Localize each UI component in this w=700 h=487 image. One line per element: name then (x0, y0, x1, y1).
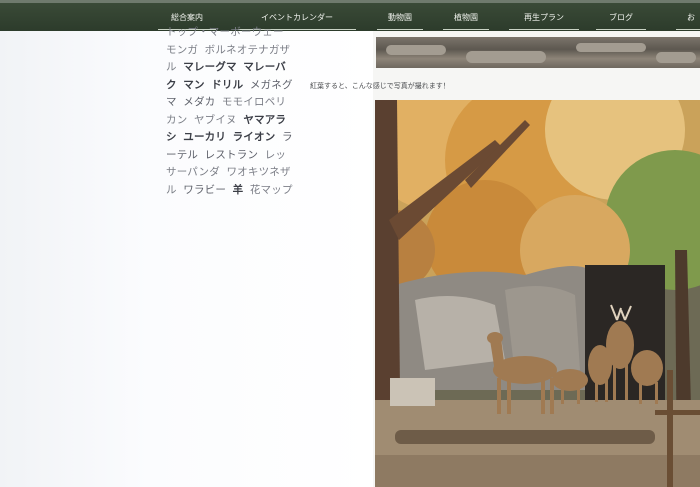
tag-link[interactable]: 羊 (233, 184, 244, 196)
tag-link[interactable]: マレーグマ (183, 61, 237, 73)
tag-link[interactable]: ユーカリ (183, 131, 226, 143)
post-caption: 紅葉すると、こんな感じで写真が撮れます！ (310, 82, 450, 90)
tag-link[interactable]: ワラビー (183, 184, 226, 196)
nav-item-blog[interactable]: ブログ (596, 9, 646, 30)
top-nav-bar: 総合案内 イベントカレンダー 動物園 植物園 再生プラン ブログ お (0, 0, 700, 34)
nav-item-zoo[interactable]: 動物園 (377, 9, 423, 30)
deer-autumn-image (375, 100, 700, 487)
tag-link[interactable]: ヤブイヌ (194, 114, 237, 126)
nav-item-partial[interactable]: お (676, 9, 700, 30)
nav-item-regeneration-plan[interactable]: 再生プラン (509, 9, 579, 30)
nav-item-botanical-garden[interactable]: 植物園 (443, 9, 489, 30)
tag-link[interactable]: レストラン (205, 149, 259, 161)
tag-link[interactable]: トップ・マーボーウェー (166, 26, 284, 38)
previous-photo-strip (376, 37, 700, 68)
tag-link[interactable]: ライオン (233, 131, 276, 143)
tag-link[interactable]: ドリル (211, 79, 243, 91)
tag-link[interactable]: 花マップ (250, 184, 293, 196)
tag-cloud: トップ・マーボーウェー モンガ ボルネオテナガザル マレーグマ マレーバク マン… (166, 24, 296, 199)
tag-link[interactable]: モンガ (166, 44, 198, 56)
tag-link[interactable]: メダカ (183, 96, 215, 108)
tag-link[interactable]: マン (183, 79, 204, 91)
deer-autumn-photo[interactable] (375, 100, 700, 487)
